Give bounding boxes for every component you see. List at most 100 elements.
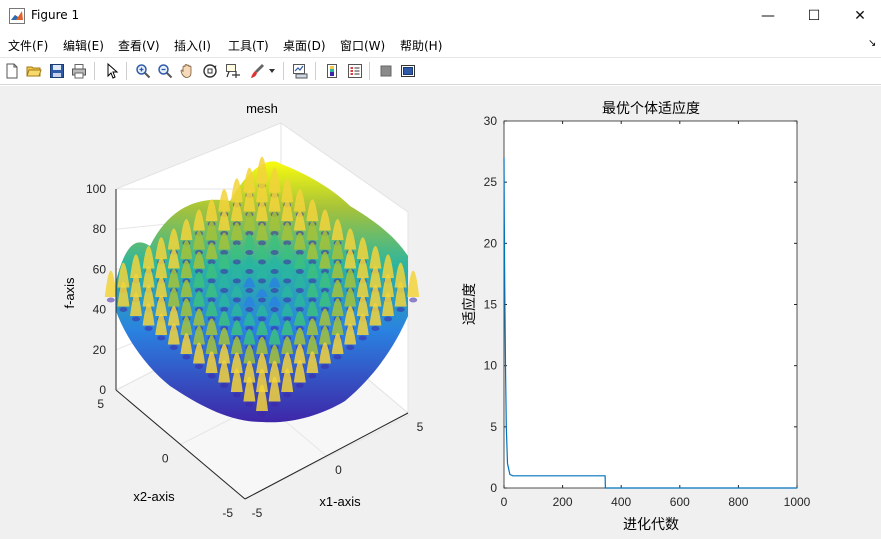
brush-dropdown[interactable]: [266, 61, 278, 81]
menu-tools[interactable]: 工具(T): [228, 37, 269, 54]
data-cursor-button[interactable]: [223, 61, 243, 81]
pan-button[interactable]: [177, 61, 197, 81]
mesh-peak: [407, 270, 420, 297]
y-tick-label: 30: [484, 114, 498, 128]
plot-area: [503, 120, 798, 489]
figure-canvas[interactable]: 0 20 40 60 80 100 5 0 -5 -5 0 5 mesh x1-axis x2-axi…: [0, 86, 881, 539]
menu-file[interactable]: 文件(F): [8, 37, 48, 54]
menu-window[interactable]: 窗口(W): [340, 37, 385, 54]
mesh-trough: [270, 307, 279, 312]
menu-insert[interactable]: 插入(I): [174, 37, 211, 54]
mesh-trough: [220, 383, 229, 388]
z-tick-label: 60: [93, 262, 107, 276]
mesh-trough: [270, 402, 279, 407]
mesh-trough: [232, 392, 241, 398]
new-figure-button[interactable]: [2, 61, 22, 81]
colorbar-button[interactable]: [322, 61, 342, 81]
mesh-trough: [333, 354, 342, 360]
figure-svg: 02040608010050-5 -505 mesh x1-axis x2-axi…: [62, 100, 811, 532]
mesh-trough: [295, 269, 304, 274]
zoom-out-icon: [158, 64, 173, 79]
print-icon: [72, 64, 86, 79]
x-tick-label: 200: [553, 495, 573, 509]
brush-icon: [251, 64, 264, 78]
y-tick-label: 5: [97, 397, 104, 411]
print-button[interactable]: [69, 61, 89, 81]
mesh-trough: [220, 288, 229, 293]
maximize-button[interactable]: ☐: [791, 0, 837, 32]
mesh-trough: [258, 240, 266, 246]
title-bar: Figure 1 — ☐ ✕: [0, 0, 881, 32]
mesh-trough: [308, 278, 317, 284]
y-tick-label: 15: [484, 298, 498, 312]
zoom-out-button[interactable]: [155, 61, 175, 81]
link-plot-button[interactable]: [290, 61, 310, 81]
legend-icon: [348, 64, 362, 78]
menu-edit[interactable]: 编辑(E): [63, 37, 104, 54]
mesh-trough: [106, 297, 115, 303]
open-file-button[interactable]: [24, 61, 44, 81]
link-plot-icon: [293, 64, 308, 79]
close-button[interactable]: ✕: [837, 0, 881, 32]
rotate-3d-button[interactable]: [200, 61, 220, 81]
pan-icon: [180, 64, 192, 78]
mesh-trough: [346, 345, 355, 350]
menu-view[interactable]: 查看(V): [118, 37, 160, 54]
mesh-trough: [245, 402, 254, 407]
toolbar: [0, 57, 881, 85]
line-ylabel: 适应度: [461, 283, 477, 325]
mesh-trough: [245, 269, 254, 274]
new-figure-icon: [6, 63, 18, 79]
edit-plot-button[interactable]: [102, 61, 122, 81]
line-title: 最优个体适应度: [602, 100, 700, 116]
minimize-button[interactable]: —: [745, 0, 791, 32]
save-icon: [50, 64, 64, 78]
menu-bar: 文件(F) 编辑(E) 查看(V) 插入(I) 工具(T) 桌面(D) 窗口(W…: [0, 32, 881, 56]
menu-desktop[interactable]: 桌面(D): [283, 37, 326, 54]
y-tick-label: -5: [222, 506, 233, 520]
hide-plot-tools-button[interactable]: [376, 61, 396, 81]
mesh-trough: [132, 316, 140, 322]
toolbar-dock-icon[interactable]: ↘: [868, 38, 876, 49]
mesh-trough: [409, 297, 418, 303]
mesh-trough: [283, 392, 292, 398]
pointer-icon: [107, 63, 119, 79]
x-tick-label: -5: [252, 506, 263, 520]
x-tick-label: 5: [417, 420, 424, 434]
zoom-in-button[interactable]: [133, 61, 153, 81]
z-tick-label: 100: [86, 182, 106, 196]
mesh-trough: [308, 373, 317, 379]
mesh-trough: [283, 297, 292, 303]
z-tick-label: 0: [99, 383, 106, 397]
mesh-trough: [232, 278, 241, 284]
mesh-trough: [283, 259, 292, 265]
data-cursor-icon: [226, 64, 240, 78]
brush-button[interactable]: [247, 61, 267, 81]
mesh-trough: [232, 297, 241, 303]
x-tick-label: 600: [670, 495, 690, 509]
colorbar-icon: [327, 64, 337, 78]
show-plot-tools-icon: [401, 65, 415, 77]
mesh-axes: 02040608010050-5 -505 mesh x1-axis x2-axi…: [62, 101, 424, 520]
mesh-trough: [283, 278, 292, 284]
mesh-trough: [258, 316, 266, 322]
x-tick-label: 1000: [784, 495, 811, 509]
mesh-ylabel: x2-axis: [133, 489, 175, 504]
menu-help[interactable]: 帮助(H): [400, 37, 442, 54]
y-tick-label: 20: [484, 236, 498, 250]
mesh-trough: [270, 250, 279, 255]
save-button[interactable]: [47, 61, 67, 81]
mesh-trough: [258, 411, 266, 417]
toolbar-separator: [315, 62, 316, 80]
rotate-3d-icon: [203, 64, 217, 78]
zoom-in-icon: [136, 64, 151, 79]
maximize-icon: ☐: [807, 8, 821, 24]
toolbar-separator: [283, 62, 284, 80]
mesh-title: mesh: [246, 101, 278, 116]
y-tick-label: 5: [490, 420, 497, 434]
y-tick-label: 25: [484, 175, 498, 189]
legend-button[interactable]: [345, 61, 365, 81]
mesh-trough: [258, 259, 266, 265]
show-plot-tools-button[interactable]: [398, 61, 418, 81]
mesh-trough: [384, 316, 392, 322]
